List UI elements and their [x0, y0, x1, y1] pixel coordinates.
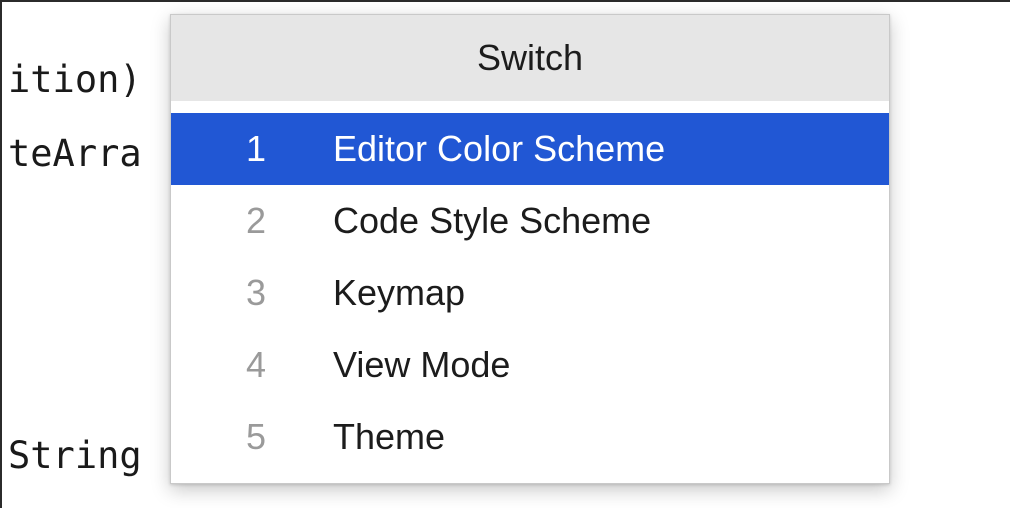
- popup-title: Switch: [476, 37, 584, 78]
- menu-item-keymap[interactable]: 3 Keymap: [171, 257, 889, 329]
- menu-item-number: 2: [246, 200, 267, 241]
- code-line: teArra: [8, 132, 142, 175]
- menu-item-number: 3: [246, 272, 267, 313]
- switch-menu-list: 1 Editor Color Scheme 2 Code Style Schem…: [171, 113, 889, 473]
- menu-item-label: Code Style Scheme: [333, 200, 652, 241]
- menu-item-label: Theme: [333, 416, 446, 457]
- switch-popup: Switch 1 Editor Color Scheme 2 Code Styl…: [170, 14, 890, 484]
- menu-item-code-style-scheme[interactable]: 2 Code Style Scheme: [171, 185, 889, 257]
- menu-item-label: Editor Color Scheme: [333, 128, 666, 169]
- menu-item-view-mode[interactable]: 4 View Mode: [171, 329, 889, 401]
- menu-item-number: 4: [246, 344, 267, 385]
- menu-item-editor-color-scheme[interactable]: 1 Editor Color Scheme: [171, 113, 889, 185]
- code-line: ition): [8, 58, 142, 101]
- menu-item-label: Keymap: [333, 272, 466, 313]
- menu-item-label: View Mode: [333, 344, 511, 385]
- popup-header: Switch: [171, 15, 889, 101]
- code-line: String: [8, 434, 142, 477]
- menu-item-number: 1: [246, 128, 267, 169]
- menu-item-number: 5: [246, 416, 267, 457]
- menu-item-theme[interactable]: 5 Theme: [171, 401, 889, 473]
